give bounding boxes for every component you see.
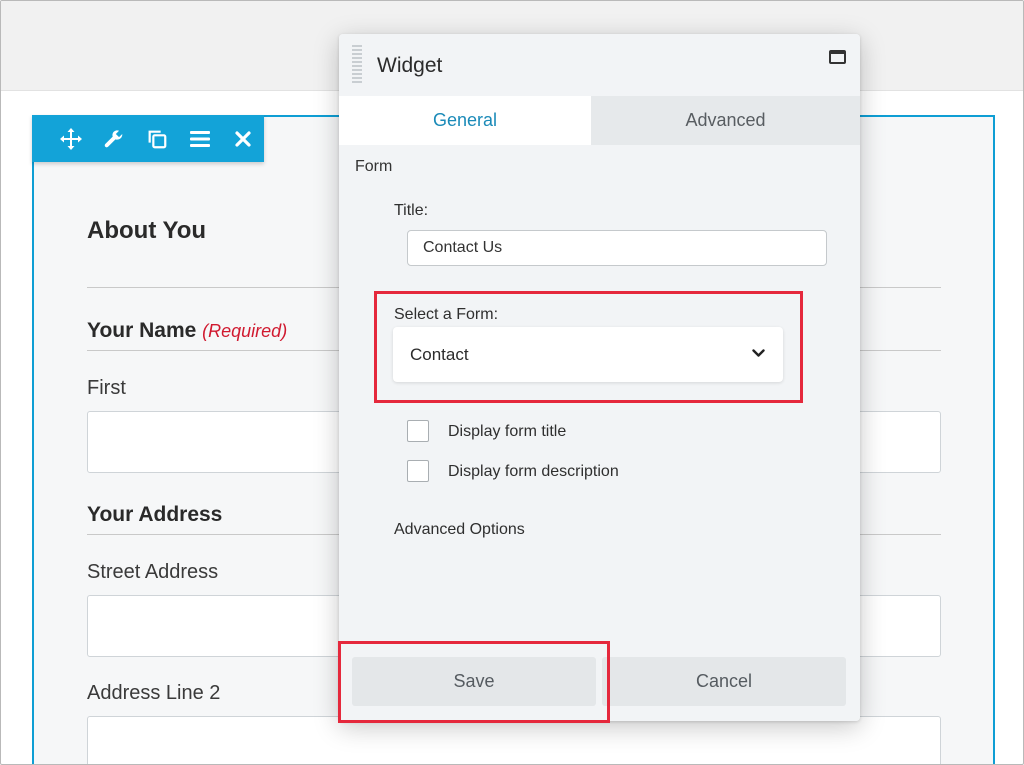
- menu-icon[interactable]: [178, 115, 221, 162]
- select-form-label: Select a Form:: [394, 306, 499, 323]
- address-line2-field[interactable]: [87, 716, 941, 764]
- display-description-checkbox[interactable]: [407, 460, 429, 482]
- chevron-down-icon: [752, 349, 765, 357]
- close-icon[interactable]: [221, 115, 264, 162]
- tab-general[interactable]: General: [339, 96, 591, 145]
- dialog-header[interactable]: Widget: [339, 34, 860, 96]
- dialog-footer: Save Cancel: [339, 657, 860, 721]
- advanced-options-link[interactable]: Advanced Options: [394, 521, 525, 539]
- title-label: Title:: [394, 202, 429, 219]
- form-section-heading: Form: [355, 158, 393, 175]
- drag-handle-icon[interactable]: [352, 45, 362, 85]
- wrench-icon[interactable]: [93, 115, 136, 162]
- module-toolbar: [32, 115, 264, 162]
- first-name-label: First: [87, 377, 126, 399]
- select-form-dropdown[interactable]: Contact: [393, 327, 783, 382]
- widget-dialog: Widget General Advanced Form Title: Sele…: [339, 34, 860, 721]
- select-form-value: Contact: [410, 345, 469, 364]
- dialog-body: [339, 145, 860, 657]
- display-description-label[interactable]: Display form description: [448, 463, 619, 481]
- display-title-label[interactable]: Display form title: [448, 423, 566, 441]
- maximize-icon[interactable]: [829, 50, 846, 64]
- display-title-checkbox[interactable]: [407, 420, 429, 442]
- name-section-title: Your Name (Required): [87, 319, 287, 343]
- name-section-label: Your Name: [87, 319, 197, 342]
- address-section-title: Your Address: [87, 503, 223, 526]
- form-heading: About You: [87, 217, 207, 244]
- address-line2-label: Address Line 2: [87, 682, 221, 704]
- title-input[interactable]: [407, 230, 827, 266]
- dialog-title: Widget: [377, 54, 443, 77]
- save-button[interactable]: Save: [352, 657, 596, 706]
- duplicate-icon[interactable]: [136, 115, 179, 162]
- required-indicator: (Required): [202, 321, 288, 341]
- dialog-tabs: General Advanced: [339, 96, 860, 145]
- screenshot-frame: About You Your Name (Required) First You…: [0, 0, 1024, 765]
- cancel-button[interactable]: Cancel: [602, 657, 846, 706]
- tab-advanced[interactable]: Advanced: [591, 96, 860, 145]
- move-icon[interactable]: [50, 115, 93, 162]
- street-address-label: Street Address: [87, 561, 219, 583]
